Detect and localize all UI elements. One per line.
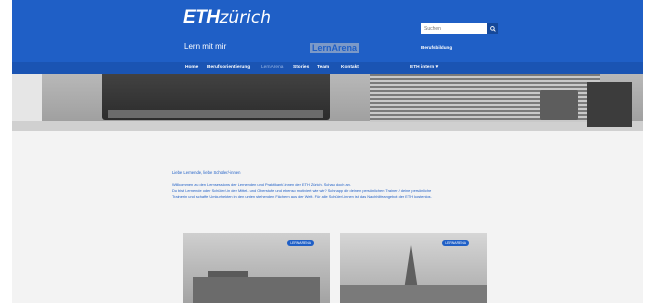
louvre-building bbox=[193, 277, 320, 303]
nav-home[interactable]: Home bbox=[185, 65, 198, 70]
card-badge: LERNARENA bbox=[442, 240, 469, 246]
logo-zurich: zürich bbox=[219, 8, 272, 28]
hero-desk bbox=[12, 121, 643, 131]
nav-berufsorientierung[interactable]: Berufsorientierung bbox=[207, 65, 250, 70]
search-input[interactable] bbox=[421, 23, 487, 34]
nav-team[interactable]: Team bbox=[317, 65, 329, 70]
nav-kontakt[interactable]: Kontakt bbox=[341, 65, 359, 70]
nav-eth-intern[interactable]: ETH intern ▾ bbox=[410, 65, 438, 70]
main-nav: Home Berufsorientierung LernArena Storie… bbox=[12, 62, 643, 74]
nav-lernarena[interactable]: LernArena bbox=[261, 65, 283, 70]
nav-stories[interactable]: Stories bbox=[293, 65, 309, 70]
card-badge: LERNARENA bbox=[287, 240, 314, 246]
hero-title: LernArena bbox=[310, 43, 360, 53]
page: ETHzürich Lern mit mir Berufsbildung Hom… bbox=[0, 0, 655, 303]
hero-image bbox=[12, 74, 643, 131]
frame-left bbox=[0, 0, 12, 303]
search-icon bbox=[489, 25, 496, 32]
search-button[interactable] bbox=[487, 23, 498, 34]
card-shard[interactable]: LERNARENA bbox=[340, 233, 487, 303]
logo-eth: ETH bbox=[183, 7, 220, 28]
frame-right bbox=[643, 0, 655, 303]
hero-bin bbox=[587, 82, 632, 127]
hero-cup bbox=[540, 90, 578, 120]
hero-keyboard bbox=[108, 110, 323, 118]
site-subtitle: Lern mit mir bbox=[184, 42, 227, 51]
search-box bbox=[421, 23, 498, 34]
card-louvre[interactable]: LERNARENA bbox=[183, 233, 330, 303]
intro-text: Willkommen zu den Lernsessions der Lerne… bbox=[172, 182, 507, 200]
berufsbildung-link[interactable]: Berufsbildung bbox=[421, 45, 452, 50]
city-skyline bbox=[340, 285, 487, 303]
eth-logo[interactable]: ETHzürich bbox=[183, 7, 271, 29]
intro-line: Trainerin und schaffe Umkurhekten in den… bbox=[172, 194, 432, 199]
greeting-text: Liebe Lernende, liebe Schüler/-innen bbox=[172, 170, 241, 175]
